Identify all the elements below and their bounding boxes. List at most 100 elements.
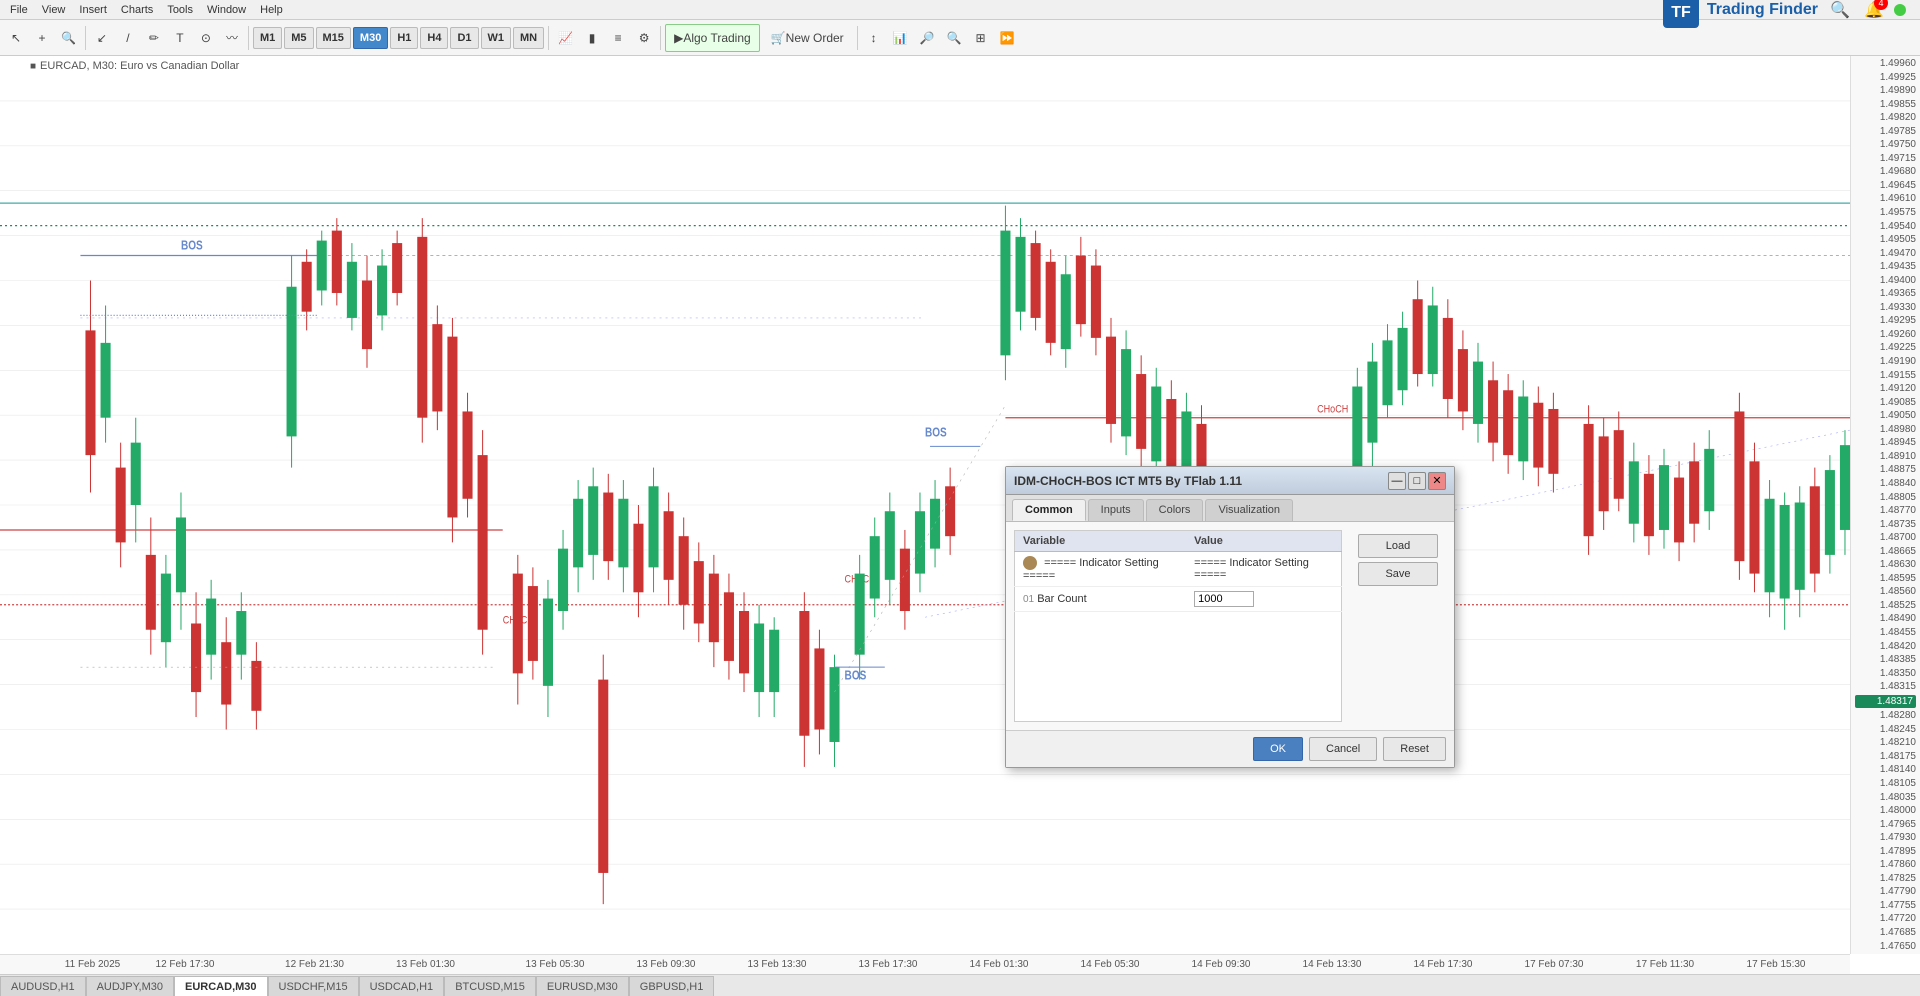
time-label-3: 12 Feb 21:30 — [285, 959, 344, 970]
toolbar-sep-3 — [548, 26, 549, 50]
ok-button[interactable]: OK — [1253, 737, 1303, 761]
tab-usdchf-m15[interactable]: USDCHF,M15 — [268, 976, 359, 996]
toolbar-depth[interactable]: ↕ — [862, 24, 886, 52]
price-level-35: 1.48735 — [1855, 519, 1916, 530]
dialog-title-bar[interactable]: IDM-CHoCH-BOS ICT MT5 By TFlab 1.11 — □ … — [1006, 467, 1454, 495]
price-level-43: 1.48455 — [1855, 627, 1916, 638]
price-level-50: 1.48210 — [1855, 737, 1916, 748]
toolbar-sep-1 — [85, 26, 86, 50]
tf-h1[interactable]: H1 — [390, 27, 418, 49]
time-label-12: 14 Feb 13:30 — [1303, 959, 1362, 970]
menu-insert[interactable]: Insert — [73, 2, 113, 18]
menu-window[interactable]: Window — [201, 2, 252, 18]
tf-w1[interactable]: W1 — [481, 27, 512, 49]
toolbar-plus[interactable]: + — [30, 24, 54, 52]
tf-m15[interactable]: M15 — [316, 27, 351, 49]
tf-m1[interactable]: M1 — [253, 27, 282, 49]
time-label-16: 17 Feb 15:30 — [1747, 959, 1806, 970]
notification-button[interactable]: 🔔 — [1860, 0, 1888, 24]
price-level-3: 1.49890 — [1855, 85, 1916, 96]
menu-help[interactable]: Help — [254, 2, 289, 18]
toolbar-candle[interactable]: ▮ — [580, 24, 604, 52]
new-order-button[interactable]: 🛒 New Order — [762, 24, 853, 52]
save-button[interactable]: Save — [1358, 562, 1438, 586]
price-level-5: 1.49820 — [1855, 112, 1916, 123]
toolbar-grid[interactable]: ⊞ — [969, 24, 993, 52]
tab-btcusd-m15[interactable]: BTCUSD,M15 — [444, 976, 536, 996]
search-button[interactable]: 🔍 — [1826, 0, 1854, 24]
reset-button[interactable]: Reset — [1383, 737, 1446, 761]
toolbar-auto-scroll[interactable]: ⏩ — [995, 24, 1020, 52]
menu-bar: File View Insert Charts Tools Window Hel… — [0, 0, 1920, 20]
tf-m5[interactable]: M5 — [284, 27, 313, 49]
price-level-38: 1.48630 — [1855, 559, 1916, 570]
dialog-minimize-button[interactable]: — — [1388, 472, 1406, 490]
price-level-63: 1.47720 — [1855, 913, 1916, 924]
price-level-4: 1.49855 — [1855, 99, 1916, 110]
price-level-22: 1.49225 — [1855, 342, 1916, 353]
price-level-36: 1.48700 — [1855, 532, 1916, 543]
toolbar-chart-type[interactable]: 📈 — [553, 24, 578, 52]
price-level-64: 1.47685 — [1855, 927, 1916, 938]
price-level-56: 1.47965 — [1855, 819, 1916, 830]
chart-svg[interactable]: BOS CHoCH BOS CHoCH BOS CHoCH — [0, 56, 1850, 954]
time-label-8: 13 Feb 17:30 — [859, 959, 918, 970]
toolbar-bar[interactable]: ≡ — [606, 24, 630, 52]
toolbar-zoom-in-btn[interactable]: 🔍 — [942, 24, 967, 52]
toolbar-cursor[interactable]: ↖ — [4, 24, 28, 52]
price-level-15: 1.49470 — [1855, 248, 1916, 259]
time-label-11: 14 Feb 09:30 — [1192, 959, 1251, 970]
tab-usdcad-h1[interactable]: USDCAD,H1 — [359, 976, 445, 996]
dialog-title-text: IDM-CHoCH-BOS ICT MT5 By TFlab 1.11 — [1014, 474, 1386, 488]
toolbar-sep-2 — [248, 26, 249, 50]
tab-eurusd-m30[interactable]: EURUSD,M30 — [536, 976, 629, 996]
toolbar-text[interactable]: T — [168, 24, 192, 52]
toolbar-properties[interactable]: ⚙ — [632, 24, 656, 52]
toolbar-zoom-in[interactable]: 🔍 — [56, 24, 81, 52]
toolbar-line[interactable]: / — [116, 24, 140, 52]
toolbar-arrow[interactable]: ↙ — [90, 24, 114, 52]
tab-gbpusd-h1[interactable]: GBPUSD,H1 — [629, 976, 715, 996]
row-1-value: ===== Indicator Setting ===== — [1186, 552, 1341, 587]
toolbar-indicators[interactable]: 📊 — [888, 24, 913, 52]
tf-mn[interactable]: MN — [513, 27, 544, 49]
menu-charts[interactable]: Charts — [115, 2, 159, 18]
cancel-button[interactable]: Cancel — [1309, 737, 1377, 761]
toolbar-ellipse[interactable]: ⊙ — [194, 24, 218, 52]
menu-view[interactable]: View — [36, 2, 72, 18]
dialog-maximize-button[interactable]: □ — [1408, 472, 1426, 490]
time-label-9: 14 Feb 01:30 — [970, 959, 1029, 970]
bar-count-input[interactable] — [1194, 591, 1254, 607]
row-2-value[interactable] — [1186, 587, 1341, 612]
dialog-buttons: OK Cancel Reset — [1006, 730, 1454, 767]
menu-tools[interactable]: Tools — [161, 2, 199, 18]
indicator-dialog: IDM-CHoCH-BOS ICT MT5 By TFlab 1.11 — □ … — [1005, 466, 1455, 768]
tab-audjpy-m30[interactable]: AUDJPY,M30 — [86, 976, 174, 996]
tf-h4[interactable]: H4 — [420, 27, 448, 49]
table-row[interactable]: 01 Bar Count — [1015, 587, 1342, 612]
params-table: Variable Value ===== Indicator Setting =… — [1014, 530, 1342, 612]
price-level-6: 1.49785 — [1855, 126, 1916, 137]
algo-trading-button[interactable]: ▶ Algo Trading — [665, 24, 760, 52]
time-label-6: 13 Feb 09:30 — [637, 959, 696, 970]
logo-area: TF Trading Finder 🔍 🔔 — [1663, 0, 1916, 28]
dialog-tab-visualization[interactable]: Visualization — [1205, 499, 1293, 521]
tf-d1[interactable]: D1 — [450, 27, 478, 49]
dialog-tab-inputs[interactable]: Inputs — [1088, 499, 1144, 521]
dialog-tabs: Common Inputs Colors Visualization — [1006, 495, 1454, 522]
tab-eurcad-m30[interactable]: EURCAD,M30 — [174, 976, 268, 996]
dialog-tab-colors[interactable]: Colors — [1146, 499, 1204, 521]
toolbar-pencil[interactable]: ✏ — [142, 24, 166, 52]
price-level-10: 1.49645 — [1855, 180, 1916, 191]
price-level-48: 1.48280 — [1855, 710, 1916, 721]
chart-container[interactable]: ■ EURCAD, M30: Euro vs Canadian Dollar — [0, 56, 1920, 974]
tab-audusd-h1[interactable]: AUDUSD,H1 — [0, 976, 86, 996]
toolbar-zoom-out-btn[interactable]: 🔎 — [915, 24, 940, 52]
tf-m30[interactable]: M30 — [353, 27, 388, 49]
load-button[interactable]: Load — [1358, 534, 1438, 558]
dialog-close-button[interactable]: ✕ — [1428, 472, 1446, 490]
price-level-11: 1.49610 — [1855, 193, 1916, 204]
menu-file[interactable]: File — [4, 2, 34, 18]
dialog-tab-common[interactable]: Common — [1012, 499, 1086, 521]
toolbar-fib[interactable]: 〰 — [220, 24, 244, 52]
